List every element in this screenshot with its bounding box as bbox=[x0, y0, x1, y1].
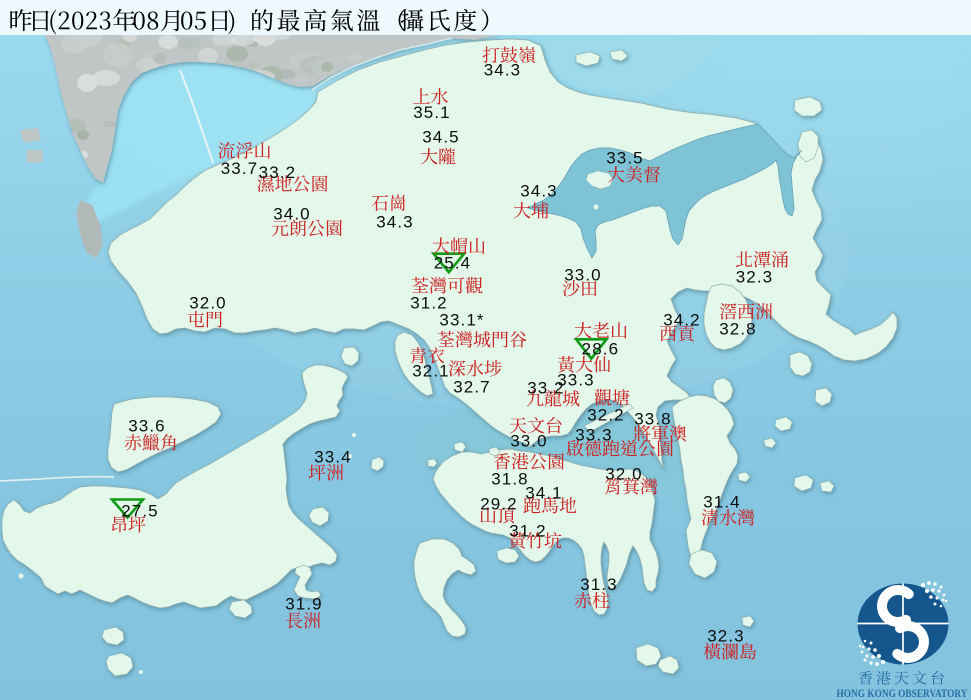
svg-text:32.0: 32.0 bbox=[605, 464, 643, 483]
svg-text:31.3: 31.3 bbox=[580, 575, 618, 594]
svg-text:32.2: 32.2 bbox=[587, 405, 625, 424]
svg-text:32.0: 32.0 bbox=[189, 293, 227, 312]
svg-text:31.9: 31.9 bbox=[285, 594, 323, 613]
svg-text:33.4: 33.4 bbox=[314, 447, 352, 466]
svg-text:33.2: 33.2 bbox=[259, 163, 297, 182]
svg-text:31.4: 31.4 bbox=[703, 492, 741, 511]
svg-text:32.7: 32.7 bbox=[453, 377, 491, 396]
svg-text:33.0: 33.0 bbox=[564, 265, 602, 284]
svg-text:31.2: 31.2 bbox=[509, 521, 547, 540]
svg-text:25.4: 25.4 bbox=[434, 253, 472, 272]
svg-text:35.1: 35.1 bbox=[413, 103, 451, 122]
svg-text:33.7: 33.7 bbox=[221, 159, 259, 178]
svg-text:34.0: 34.0 bbox=[273, 205, 311, 224]
svg-text:34.2: 34.2 bbox=[663, 310, 701, 329]
svg-text:32.8: 32.8 bbox=[719, 319, 757, 338]
svg-text:33.8: 33.8 bbox=[634, 409, 672, 428]
svg-text:28.6: 28.6 bbox=[582, 339, 620, 358]
svg-text:27.5: 27.5 bbox=[121, 501, 159, 520]
svg-text:33.5: 33.5 bbox=[606, 148, 644, 167]
svg-text:34.3: 34.3 bbox=[484, 60, 522, 79]
svg-text:31.8: 31.8 bbox=[491, 469, 529, 488]
svg-text:29.2: 29.2 bbox=[480, 494, 518, 513]
svg-text:HONG KONG OBSERVATORY: HONG KONG OBSERVATORY bbox=[837, 686, 968, 700]
svg-text:34.3: 34.3 bbox=[520, 181, 558, 200]
svg-text:33.0: 33.0 bbox=[510, 431, 548, 450]
svg-text:33.3: 33.3 bbox=[575, 425, 613, 444]
svg-text:32.1: 32.1 bbox=[412, 361, 450, 380]
svg-text:32.3: 32.3 bbox=[736, 267, 774, 286]
svg-text:33.1*: 33.1* bbox=[439, 310, 484, 329]
svg-text:32.3: 32.3 bbox=[707, 626, 745, 645]
svg-text:33.6: 33.6 bbox=[128, 416, 166, 435]
svg-text:34.1: 34.1 bbox=[525, 483, 563, 502]
svg-text:34.3: 34.3 bbox=[376, 212, 414, 231]
svg-text:33.2: 33.2 bbox=[527, 378, 565, 397]
svg-text:34.5: 34.5 bbox=[422, 127, 460, 146]
